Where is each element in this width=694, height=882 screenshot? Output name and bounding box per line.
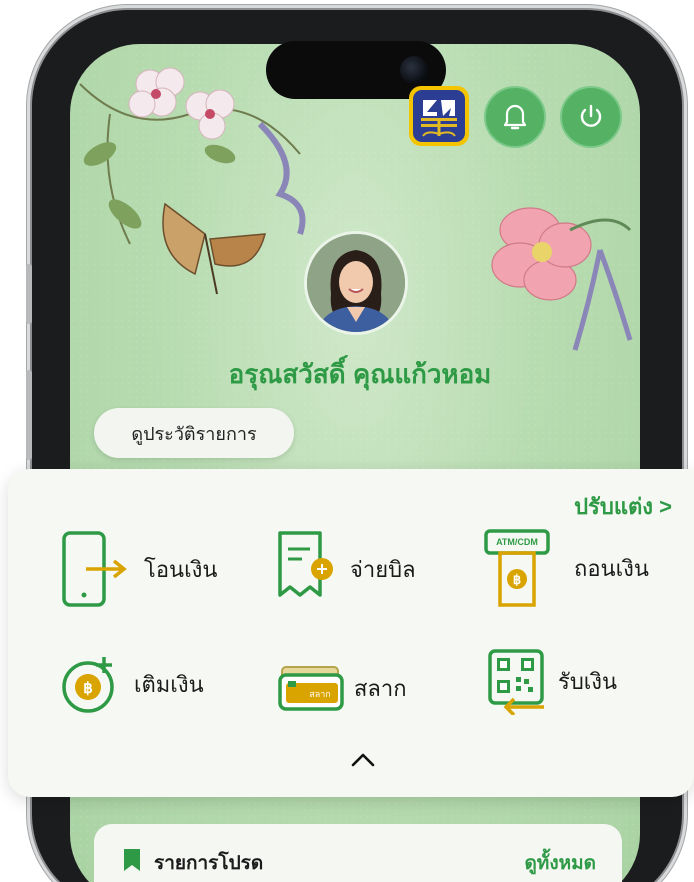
menu-item-transfer[interactable]: โอนเงิน bbox=[58, 529, 217, 609]
phone-side-button bbox=[26, 264, 32, 324]
logout-button[interactable] bbox=[560, 86, 622, 148]
phone-side-button bbox=[26, 370, 32, 460]
menu-item-label: โอนเงิน bbox=[144, 556, 218, 582]
qr-receive-icon bbox=[488, 649, 544, 715]
customize-link[interactable]: ปรับแต่ง > bbox=[574, 489, 672, 524]
svg-text:฿: ฿ bbox=[513, 572, 521, 587]
view-history-button[interactable]: ดูประวัติรายการ bbox=[94, 408, 294, 458]
menu-item-label: สลาก bbox=[354, 675, 407, 701]
lottery-card-icon: สลาก bbox=[278, 666, 344, 711]
favorites-see-all-link[interactable]: ดูทั้งหมด bbox=[524, 848, 596, 878]
notification-button[interactable] bbox=[484, 86, 546, 148]
avatar[interactable] bbox=[304, 231, 408, 335]
menu-item-label: รับเงิน bbox=[558, 668, 618, 694]
bookmark-icon bbox=[124, 849, 140, 871]
bill-payment-icon bbox=[278, 531, 333, 597]
menu-item-label: เติมเงิน bbox=[134, 671, 204, 697]
power-icon bbox=[580, 104, 602, 127]
gsb-bank-logo-icon bbox=[409, 86, 469, 146]
favorites-title: รายการโปรด bbox=[154, 853, 264, 874]
svg-text:฿: ฿ bbox=[83, 680, 93, 697]
menu-item-lottery[interactable]: สลาก สลาก bbox=[276, 663, 407, 713]
atm-withdraw-icon: ATM/CDM ฿ bbox=[484, 529, 550, 607]
atm-badge-text: ATM/CDM bbox=[496, 537, 538, 547]
quick-menu-card: ปรับแต่ง > โอนเงิน จ่ายบิล ATM/CDM ฿ ถอน… bbox=[8, 469, 694, 797]
camera-icon bbox=[400, 56, 428, 84]
hibiscus-decoration-icon bbox=[491, 207, 633, 351]
favorites-card: รายการโปรด ดูทั้งหมด bbox=[94, 824, 622, 882]
transfer-phone-icon bbox=[62, 531, 127, 607]
lottery-card-text: สลาก bbox=[309, 689, 331, 699]
menu-item-label: จ่ายบิล bbox=[350, 556, 416, 582]
chevron-up-icon[interactable] bbox=[348, 749, 378, 769]
menu-item-label: ถอนเงิน bbox=[574, 555, 649, 581]
bell-icon bbox=[503, 104, 527, 130]
greeting-text: อรุณสวัสดิ์ คุณแก้วหอม bbox=[228, 359, 492, 389]
menu-item-receive[interactable]: รับเงิน bbox=[486, 647, 617, 715]
menu-item-bill-payment[interactable]: จ่ายบิล bbox=[276, 529, 416, 609]
menu-item-withdraw[interactable]: ATM/CDM ฿ ถอนเงิน bbox=[482, 527, 649, 609]
topup-coin-icon: ฿ bbox=[62, 657, 114, 713]
menu-item-topup[interactable]: ฿ เติมเงิน bbox=[58, 649, 204, 719]
